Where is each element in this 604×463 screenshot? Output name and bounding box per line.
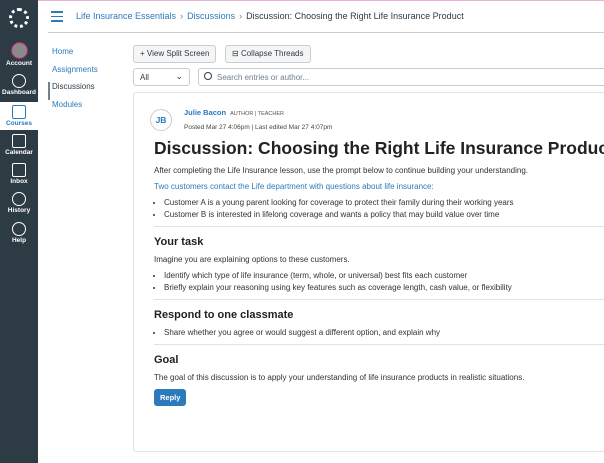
nav-calendar[interactable]: Calendar xyxy=(0,134,38,156)
list-item: Share whether you agree or would suggest… xyxy=(164,328,604,338)
list-item: Identify which type of life insurance (t… xyxy=(164,271,604,281)
course-nav: Home Assignments Discussions Modules xyxy=(48,47,98,118)
dashboard-icon xyxy=(12,74,26,88)
reply-button[interactable]: Reply xyxy=(154,389,187,406)
logo[interactable] xyxy=(0,8,38,29)
course-nav-home[interactable]: Home xyxy=(52,47,98,65)
discussion-topic: JB Julie Bacon AUTHOR | TEACHER Posted Ma… xyxy=(133,92,604,452)
goal-text: The goal of this discussion is to apply … xyxy=(154,373,525,382)
nav-label: Courses xyxy=(5,120,32,127)
header-divider xyxy=(48,32,604,33)
list-item: Customer A is a young parent looking for… xyxy=(164,198,604,208)
calendar-icon xyxy=(12,134,26,148)
search-input[interactable]: Search entries or author... xyxy=(198,68,604,86)
collapse-threads-button[interactable]: ⊟ Collapse Threads xyxy=(225,45,311,63)
breadcrumb-discussions[interactable]: Discussions xyxy=(187,11,235,21)
breadcrumb-course[interactable]: Life Insurance Essentials xyxy=(76,11,176,21)
nav-courses[interactable]: Courses xyxy=(0,102,38,130)
breadcrumb: Life Insurance Essentials › Discussions › Di… xyxy=(76,11,464,21)
collapse-icon: ⊟ xyxy=(232,49,241,58)
list-item: Briefly explain your reasoning using key… xyxy=(164,283,604,293)
nav-label: Calendar xyxy=(5,149,33,156)
avatar-icon xyxy=(10,42,28,59)
button-label: Collapse Threads xyxy=(240,49,304,58)
button-label: View Split Screen xyxy=(146,49,210,58)
section-heading: Goal xyxy=(154,354,179,366)
avatar[interactable]: JB xyxy=(150,109,172,131)
nav-label: Help xyxy=(11,237,27,244)
task-text: Imagine you are explaining options to th… xyxy=(154,255,350,264)
breadcrumb-current: Discussion: Choosing the Right Life Insu… xyxy=(246,11,464,21)
filter-select[interactable]: All ⌄ xyxy=(133,68,190,86)
list-item: Customer B is interested in lifelong cov… xyxy=(164,210,604,220)
nav-dashboard[interactable]: Dashboard xyxy=(0,74,38,96)
chevron-down-icon: ⌄ xyxy=(175,71,183,81)
post-timestamp: Posted Mar 27 4:06pm | Last edited Mar 2… xyxy=(184,124,333,131)
nav-label: Inbox xyxy=(10,178,28,185)
canvas-logo-icon xyxy=(9,8,29,28)
nav-label: Account xyxy=(6,60,32,67)
split-screen-button[interactable]: + View Split Screen xyxy=(133,45,217,63)
nav-history[interactable]: History xyxy=(0,192,38,214)
author-name[interactable]: Julie Bacon xyxy=(184,108,226,117)
filter-value: All xyxy=(140,73,149,82)
nav-label: History xyxy=(7,207,31,214)
nav-account[interactable]: Account xyxy=(0,42,38,67)
divider xyxy=(154,226,604,227)
course-nav-assignments[interactable]: Assignments xyxy=(52,65,98,83)
search-icon xyxy=(204,72,212,80)
section-heading: Respond to one classmate xyxy=(154,309,294,321)
menu-toggle-icon[interactable] xyxy=(51,11,63,25)
inbox-icon xyxy=(12,163,26,177)
nav-label: Dashboard xyxy=(2,89,36,96)
section-heading: Your task xyxy=(154,236,204,248)
nav-inbox[interactable]: Inbox xyxy=(0,163,38,185)
info-icon xyxy=(12,222,26,236)
nav-help[interactable]: Help xyxy=(0,222,38,244)
course-nav-discussions[interactable]: Discussions xyxy=(48,82,98,100)
clock-icon xyxy=(12,192,26,206)
divider xyxy=(154,299,604,300)
top-border xyxy=(0,0,604,1)
global-nav: Account Dashboard Courses Calendar Inbox… xyxy=(0,0,38,463)
courses-icon xyxy=(12,105,26,119)
divider xyxy=(154,344,604,345)
intro-text: After completing the Life Insurance less… xyxy=(154,166,529,175)
plus-icon: + xyxy=(140,49,147,58)
course-nav-modules[interactable]: Modules xyxy=(52,100,98,118)
page-title: Discussion: Choosing the Right Life Insu… xyxy=(154,138,604,158)
search-placeholder: Search entries or author... xyxy=(217,73,310,82)
intro-text-2: Two customers contact the Life departmen… xyxy=(154,182,434,191)
author-roles: AUTHOR | TEACHER xyxy=(230,111,284,117)
